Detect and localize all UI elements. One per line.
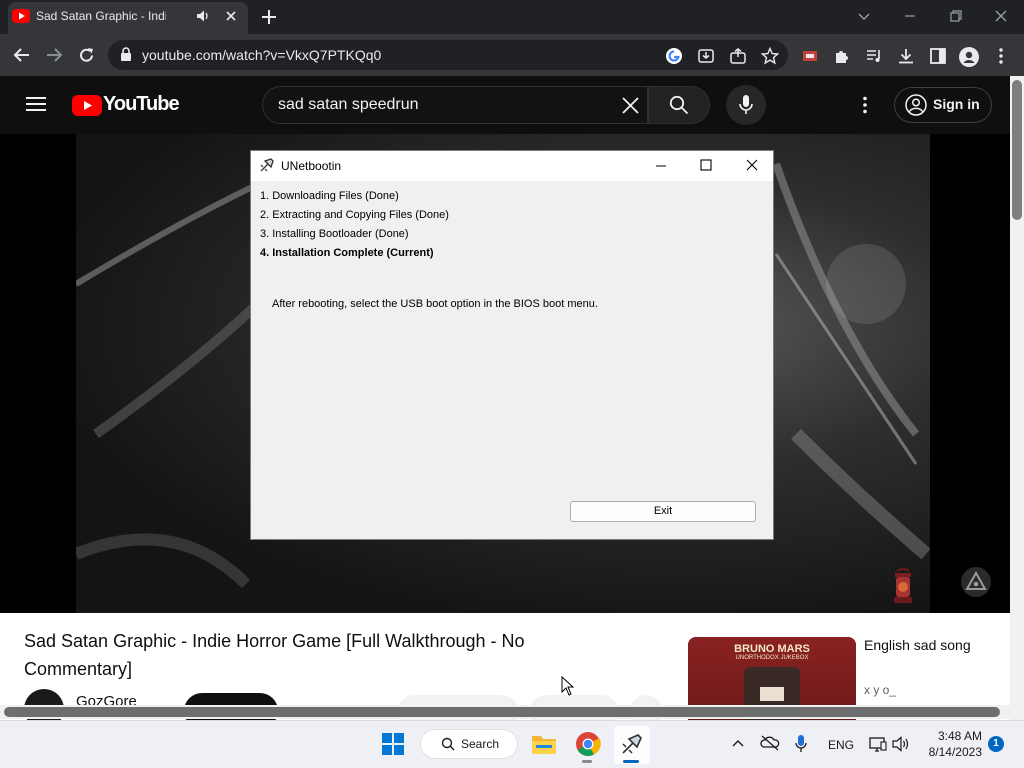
clear-search-icon[interactable] xyxy=(621,96,640,115)
extensions-puzzle-icon[interactable] xyxy=(833,47,851,65)
step-1: 1. Downloading Files (Done) xyxy=(260,190,399,202)
dialog-minimize-icon[interactable] xyxy=(654,159,668,173)
file-explorer-icon[interactable] xyxy=(531,732,557,756)
side-panel-icon[interactable] xyxy=(929,47,947,65)
onedrive-offline-icon[interactable] xyxy=(760,735,780,751)
windows-start-icon[interactable] xyxy=(382,733,404,755)
media-queue-icon[interactable] xyxy=(865,47,883,65)
tab-audio-playing-icon[interactable] xyxy=(196,9,210,23)
share-icon[interactable] xyxy=(729,47,747,65)
network-icon[interactable] xyxy=(869,736,887,752)
thumbnail-text-artist: BRUNO MARS xyxy=(734,643,810,655)
thumbnail-prop xyxy=(760,687,784,701)
horizontal-scrollbar-thumb[interactable] xyxy=(4,707,1000,717)
recommended-video-title[interactable]: English sad song xyxy=(864,635,984,655)
youtube-favicon-icon xyxy=(12,9,30,23)
youtube-search-query[interactable]: sad satan speedrun xyxy=(278,96,419,114)
close-window-icon[interactable] xyxy=(993,8,1009,24)
sign-in-label[interactable]: Sign in xyxy=(933,96,980,112)
active-app-indicator xyxy=(623,760,639,763)
forward-arrow-icon[interactable] xyxy=(45,47,63,63)
taskbar-microphone-icon[interactable] xyxy=(795,735,807,753)
extension-cast-icon[interactable] xyxy=(801,47,819,65)
install-app-icon[interactable] xyxy=(697,47,715,65)
hamburger-menu-icon[interactable] xyxy=(26,96,46,112)
settings-kebab-icon[interactable] xyxy=(862,96,868,114)
tab-close-icon[interactable] xyxy=(224,9,238,23)
input-language-indicator[interactable]: ENG xyxy=(828,738,854,752)
thumbnail-text-album: UNORTHODOX JUKEBOX xyxy=(735,655,809,661)
dialog-close-icon[interactable] xyxy=(745,158,759,172)
unetbootin-dialog: UNetbootin 1. Downloading Files (Done) 2… xyxy=(250,150,774,540)
video-title: Sad Satan Graphic - Indie Horror Game [F… xyxy=(24,631,525,679)
clock-time[interactable]: 3:48 AM xyxy=(932,729,982,743)
youtube-logo-icon[interactable] xyxy=(72,95,102,116)
clock-date[interactable]: 8/14/2023 xyxy=(922,745,982,759)
tab-title: Sad Satan Graphic - Indie Horror Game xyxy=(36,9,166,23)
microphone-icon[interactable] xyxy=(739,95,753,115)
browser-menu-kebab-icon[interactable] xyxy=(996,47,1006,65)
step-2: 2. Extracting and Copying Files (Done) xyxy=(260,209,449,221)
search-magnifier-icon[interactable] xyxy=(669,95,689,115)
taskbar-search-label[interactable]: Search xyxy=(461,737,499,751)
profile-avatar-icon[interactable] xyxy=(959,47,979,67)
back-arrow-icon[interactable] xyxy=(13,47,31,63)
unetbootin-app-icon xyxy=(259,157,275,173)
recommended-video-channel[interactable]: x y o_ xyxy=(864,683,896,697)
volume-icon[interactable] xyxy=(892,736,910,752)
watch-page-body: Sad Satan Graphic - Indie Horror Game [F… xyxy=(0,613,1010,720)
restore-window-icon[interactable] xyxy=(948,8,964,24)
notification-badge[interactable]: 1 xyxy=(988,736,1004,752)
step-4-current: 4. Installation Complete (Current) xyxy=(260,247,434,259)
dialog-maximize-icon[interactable] xyxy=(699,158,713,172)
taskbar-search-icon[interactable] xyxy=(441,737,455,751)
exit-button[interactable]: Exit xyxy=(570,501,756,522)
bookmark-star-icon[interactable] xyxy=(761,47,779,65)
show-hidden-icons-chevron-icon[interactable] xyxy=(732,738,744,748)
dialog-message: After rebooting, select the USB boot opt… xyxy=(272,298,598,310)
lantern-icon xyxy=(889,567,917,609)
minimize-window-icon[interactable] xyxy=(902,8,918,24)
vertical-scrollbar-thumb[interactable] xyxy=(1012,80,1022,220)
chrome-running-indicator xyxy=(582,760,592,763)
account-circle-icon xyxy=(905,94,927,116)
unetbootin-taskbar-icon[interactable] xyxy=(620,732,644,756)
google-lens-icon[interactable] xyxy=(665,47,683,65)
step-3: 3. Installing Bootloader (Done) xyxy=(260,228,409,240)
tab-search-chevron-icon[interactable] xyxy=(856,8,872,24)
mouse-cursor-icon xyxy=(561,676,575,696)
lock-icon[interactable] xyxy=(120,47,132,62)
reload-icon[interactable] xyxy=(78,47,95,64)
youtube-logo-text[interactable]: YouTube xyxy=(103,93,180,116)
channel-watermark-icon[interactable] xyxy=(960,566,992,598)
url-text[interactable]: youtube.com/watch?v=VkxQ7PTKQq0 xyxy=(142,47,381,63)
downloads-icon[interactable] xyxy=(897,47,915,65)
chrome-icon[interactable] xyxy=(575,731,601,757)
dialog-title: UNetbootin xyxy=(281,159,342,173)
new-tab-plus-icon[interactable] xyxy=(260,8,278,26)
